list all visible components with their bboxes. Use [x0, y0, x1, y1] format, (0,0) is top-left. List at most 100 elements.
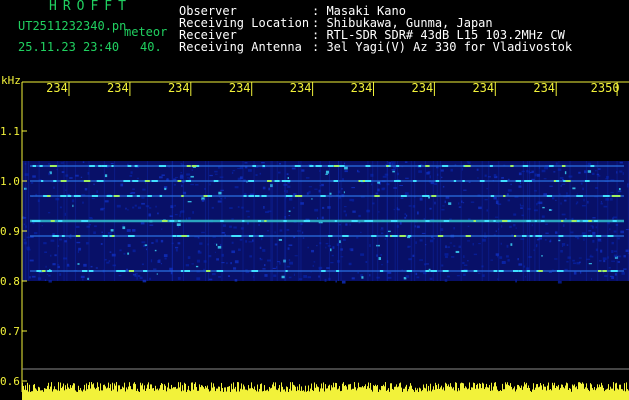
noise-speck: [463, 255, 465, 258]
noise-speck: [64, 212, 66, 216]
echo-dot: [442, 270, 449, 272]
intensity-bar: [581, 383, 582, 400]
intensity-bar: [502, 383, 503, 400]
noise-speck: [604, 274, 608, 278]
noise-speck: [623, 255, 626, 258]
echo-dot: [561, 220, 564, 222]
intensity-bar: [353, 388, 354, 400]
noise-speck: [291, 167, 296, 170]
intensity-bar: [554, 382, 555, 400]
noise-speck: [541, 169, 546, 173]
noise-speck: [41, 225, 43, 227]
intensity-bar: [368, 382, 369, 400]
intensity-bar: [467, 389, 468, 400]
intensity-bar: [600, 386, 601, 400]
intensity-bar: [296, 391, 297, 400]
echo-dot: [60, 180, 67, 182]
noise-speck: [53, 186, 55, 189]
intensity-bar: [289, 388, 290, 400]
noise-speck: [286, 173, 289, 176]
noise-speck: [610, 191, 614, 194]
intensity-bar: [53, 389, 54, 400]
intensity-bar: [238, 382, 239, 400]
echo-dot: [584, 180, 590, 182]
y-tick-label: 0.6: [0, 375, 20, 388]
intensity-bar: [242, 389, 243, 400]
noise-speck: [160, 263, 162, 265]
intensity-bar: [311, 383, 312, 400]
noise-speck: [349, 223, 351, 226]
intensity-bar: [574, 384, 575, 400]
intensity-bar: [366, 388, 367, 400]
noise-speck: [509, 225, 512, 228]
noise-speck: [314, 208, 319, 212]
noise-speck: [580, 182, 583, 185]
noise-speck: [572, 259, 575, 262]
intensity-bar: [425, 388, 426, 400]
intensity-bar: [528, 385, 529, 400]
noise-speck: [600, 201, 602, 203]
intensity-bar: [453, 387, 454, 400]
noise-speck: [404, 216, 407, 219]
intensity-bar: [24, 389, 25, 400]
intensity-bar: [124, 382, 125, 400]
noise-speck: [279, 261, 281, 265]
echo-dot: [96, 180, 104, 182]
noise-speck: [447, 275, 450, 278]
noise-speck: [370, 183, 373, 186]
echo-dot: [213, 180, 219, 182]
noise-speck: [29, 276, 31, 279]
noise-speck: [214, 173, 218, 175]
noise-speck: [335, 280, 337, 283]
intensity-bar: [26, 390, 27, 400]
intensity-bar: [465, 386, 466, 400]
noise-speck: [85, 242, 89, 245]
noise-speck: [279, 229, 283, 232]
intensity-bar: [499, 391, 500, 400]
noise-speck: [378, 257, 382, 260]
intensity-bar: [110, 384, 111, 400]
noise-speck: [365, 261, 368, 263]
intensity-bar: [385, 382, 386, 400]
intensity-bar: [196, 387, 197, 400]
noise-speck: [192, 211, 194, 214]
intensity-bar: [457, 391, 458, 400]
noise-speck: [259, 246, 262, 250]
noise-speck: [600, 249, 603, 253]
intensity-bar: [476, 384, 477, 400]
noise-speck: [122, 224, 125, 226]
intensity-bar: [450, 383, 451, 400]
noise-speck: [137, 206, 142, 209]
noise-speck: [211, 272, 216, 276]
intensity-bar: [120, 389, 121, 400]
intensity-bar: [200, 387, 201, 400]
intensity-bar: [384, 386, 385, 400]
noise-speck: [462, 261, 465, 265]
noise-speck: [351, 186, 356, 189]
intensity-bar: [170, 389, 171, 400]
intensity-bar: [61, 388, 62, 400]
intensity-bar: [603, 387, 604, 400]
echo-dot: [522, 235, 527, 237]
intensity-bar: [152, 388, 153, 400]
intensity-bar: [81, 390, 82, 400]
intensity-bar: [288, 391, 289, 400]
intensity-bar: [474, 383, 475, 400]
noise-speck: [463, 273, 466, 276]
noise-speck: [109, 251, 112, 253]
noise-speck: [429, 207, 432, 210]
intensity-bar: [323, 382, 324, 400]
noise-speck: [463, 264, 468, 266]
echo-dot: [582, 220, 589, 222]
echo-dot: [514, 235, 517, 237]
noise-speck: [190, 183, 194, 186]
echo-dot: [597, 270, 602, 272]
noise-speck: [622, 172, 624, 175]
intensity-bar: [387, 389, 388, 400]
noise-speck: [77, 250, 80, 253]
echo-dot: [102, 235, 108, 237]
intensity-bar: [224, 387, 225, 400]
intensity-bar: [75, 390, 76, 400]
echo-dot: [617, 195, 621, 197]
intensity-bar: [182, 385, 183, 400]
